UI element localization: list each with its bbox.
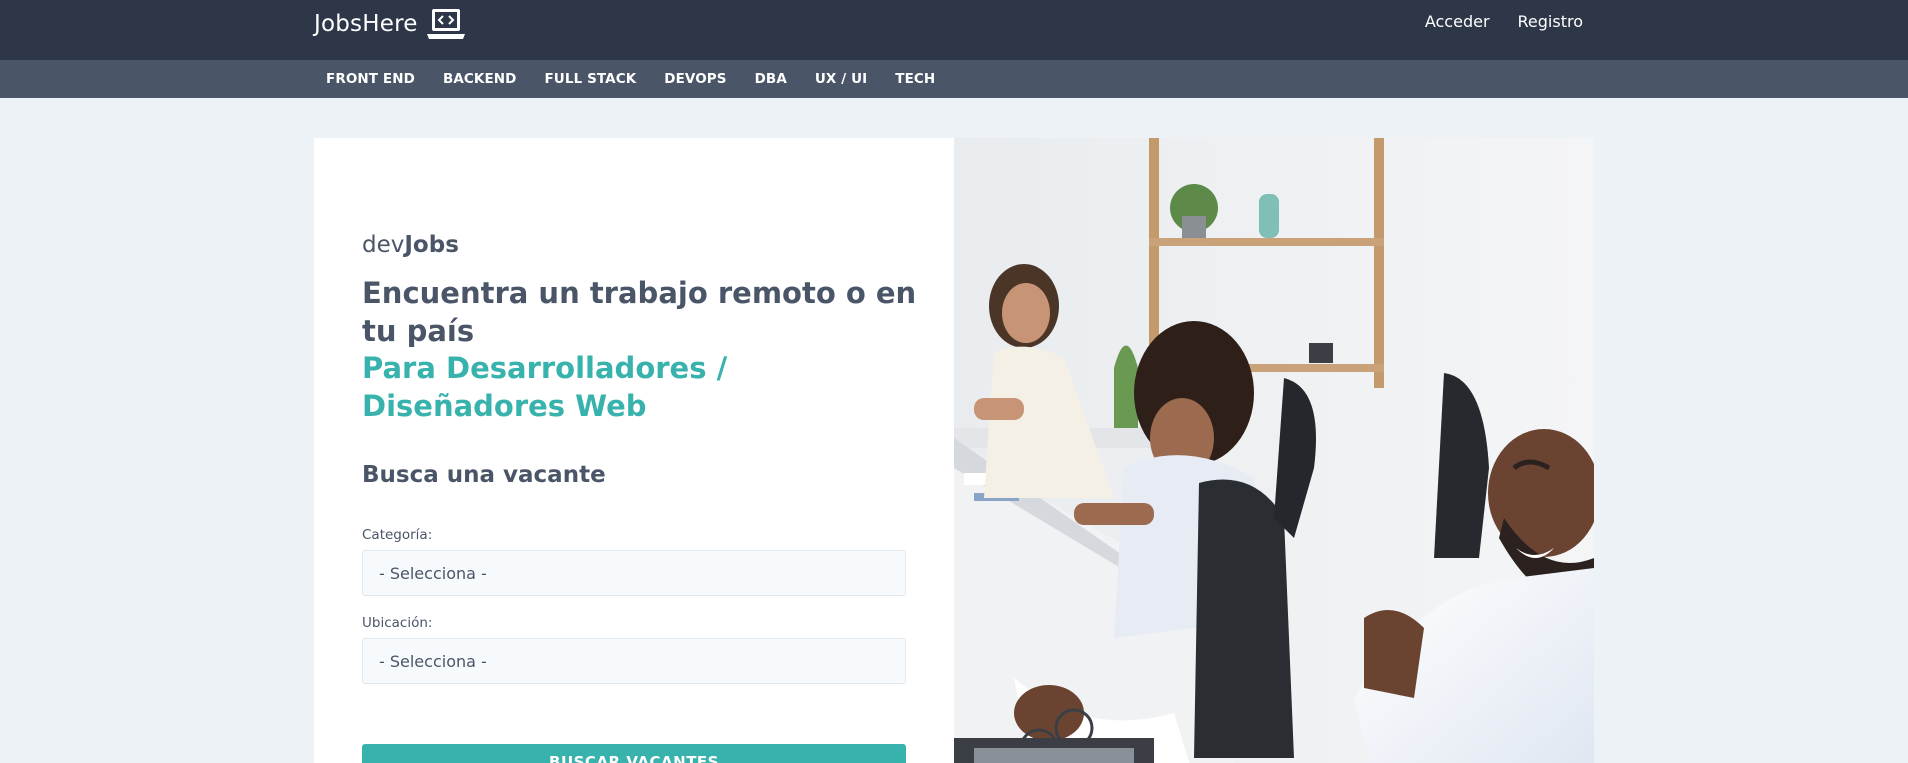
hero-headline: Encuentra un trabajo remoto o en tu país	[362, 276, 917, 348]
top-navbar: JobsHere Acceder Registro	[0, 0, 1908, 60]
category-backend[interactable]: BACKEND	[429, 71, 531, 87]
category-full-stack[interactable]: FULL STACK	[530, 71, 650, 87]
laptop-code-icon	[426, 9, 465, 39]
location-select-value: - Selecciona -	[379, 651, 487, 671]
search-title: Busca una vacante	[362, 462, 606, 488]
category-tech[interactable]: TECH	[881, 71, 949, 87]
category-front-end[interactable]: FRONT END	[314, 71, 429, 87]
category-ux-ui[interactable]: UX / UI	[801, 71, 881, 87]
category-dba[interactable]: DBA	[741, 71, 801, 87]
hero-photo	[954, 138, 1594, 763]
location-label: Ubicación:	[362, 615, 433, 631]
office-team-photo	[954, 138, 1594, 763]
register-link[interactable]: Registro	[1518, 12, 1583, 31]
brand-logo[interactable]: JobsHere	[314, 6, 466, 42]
login-link[interactable]: Acceder	[1425, 12, 1490, 31]
category-label: Categoría:	[362, 527, 433, 543]
search-jobs-button[interactable]: BUSCAR VACANTES	[362, 744, 906, 763]
brand-name[interactable]: JobsHere	[314, 11, 418, 37]
account-links: Acceder Registro	[1425, 12, 1583, 31]
search-panel: devJobs Encuentra un trabajo remoto o en…	[314, 138, 954, 763]
location-select[interactable]: - Selecciona -	[362, 638, 906, 684]
category-list: FRONT END BACKEND FULL STACK DEVOPS DBA …	[314, 60, 949, 98]
hero-card: devJobs Encuentra un trabajo remoto o en…	[314, 138, 1594, 763]
category-devops[interactable]: DEVOPS	[650, 71, 740, 87]
category-select-value: - Selecciona -	[379, 563, 487, 583]
category-select[interactable]: - Selecciona -	[362, 550, 906, 596]
hero-subheadline: Para Desarrolladores / Diseñadores Web	[362, 351, 728, 423]
category-navbar: FRONT END BACKEND FULL STACK DEVOPS DBA …	[0, 60, 1908, 98]
devjobs-wordmark: devJobs	[362, 232, 459, 258]
